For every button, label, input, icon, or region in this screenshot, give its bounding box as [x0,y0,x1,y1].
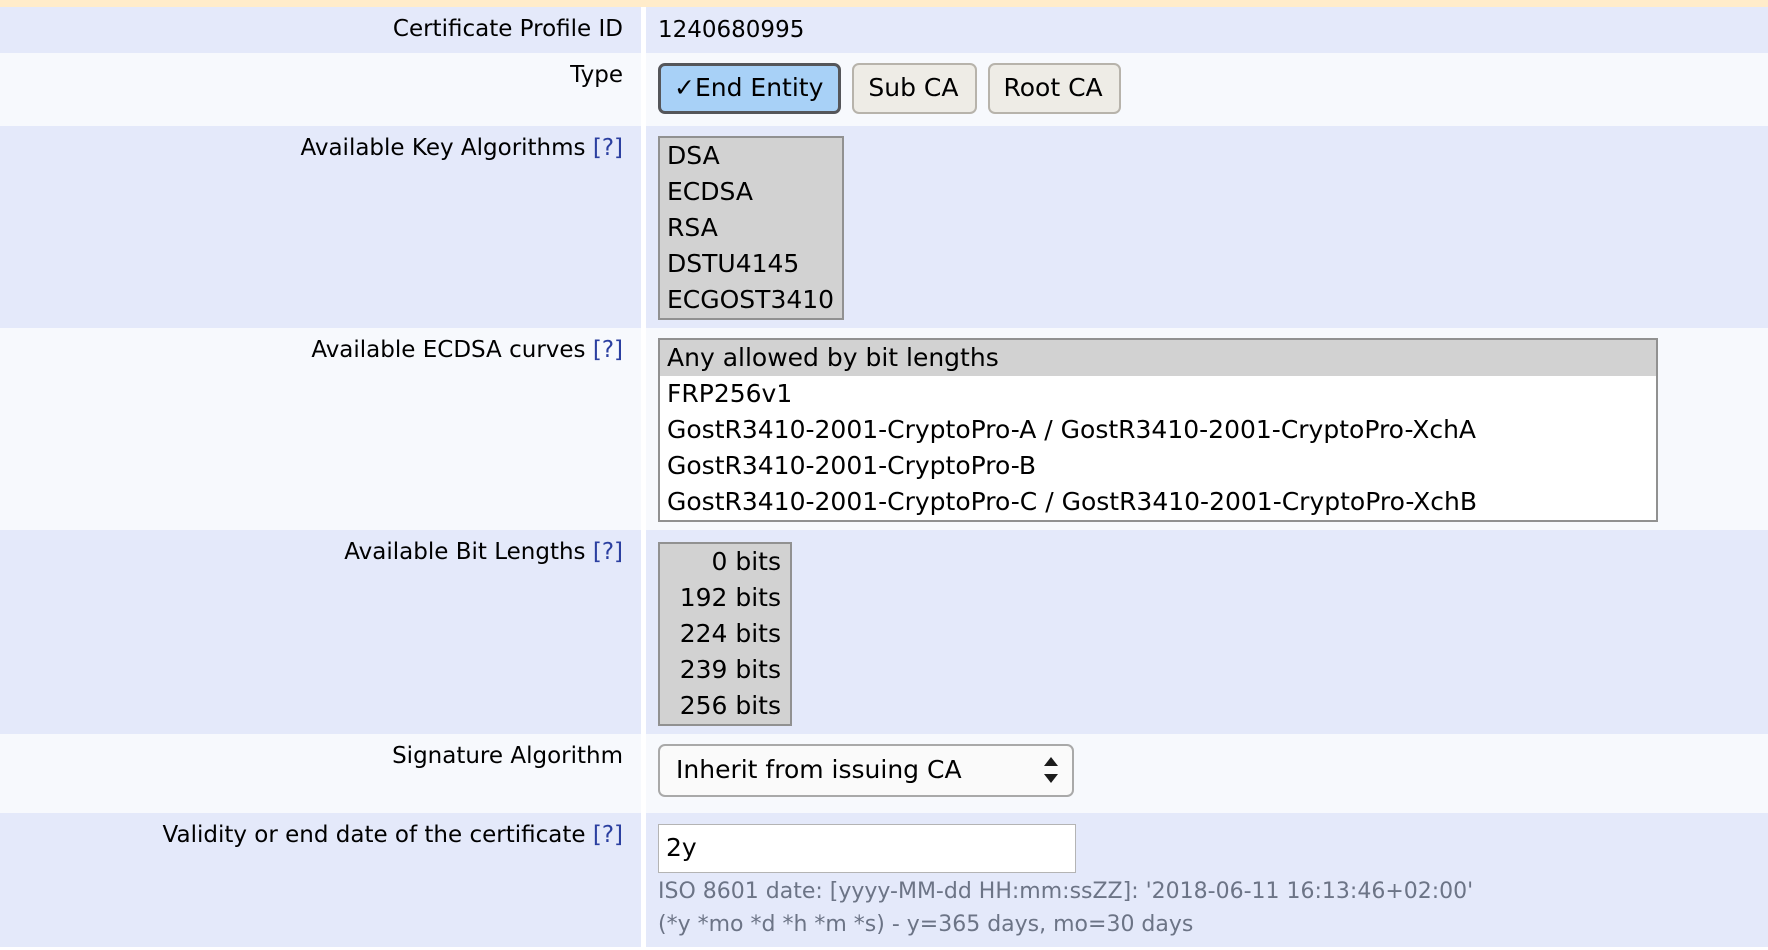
list-item[interactable]: 224 bits [660,616,790,652]
row-signature-algorithm: Signature Algorithm Inherit from issuing… [0,734,1768,813]
validity-hint-line-2: (*y *mo *d *h *m *s) - y=365 days, mo=30… [658,906,1768,939]
row-certificate-profile-id: Certificate Profile ID 1240680995 [0,7,1768,53]
label-text: Available Bit Lengths [344,539,585,565]
type-button-sub-ca[interactable]: Sub CA [852,63,976,114]
signature-algorithm-select[interactable]: Inherit from issuing CA [658,744,1074,797]
value-validity: ISO 8601 date: [yyyy-MM-dd HH:mm:ssZZ]: … [644,813,1768,948]
list-item[interactable]: Any allowed by bit lengths [660,340,1656,376]
type-button-root-ca[interactable]: Root CA [988,63,1121,114]
label-text: Signature Algorithm [392,743,623,769]
label-text: Available Key Algorithms [300,135,585,161]
list-item[interactable]: 0 bits [660,544,790,580]
label-signature-algorithm: Signature Algorithm [0,734,644,813]
certificate-profile-id-value: 1240680995 [658,15,804,45]
label-text: Validity or end date of the certificate [163,822,586,848]
value-signature-algorithm: Inherit from issuing CA [644,734,1768,813]
value-type: ✓End Entity Sub CA Root CA [644,53,1768,126]
list-item[interactable]: 256 bits [660,688,790,724]
type-button-group: ✓End Entity Sub CA Root CA [658,61,1768,118]
ecdsa-curves-listbox[interactable]: Any allowed by bit lengths FRP256v1 Gost… [658,338,1658,522]
list-item[interactable]: FRP256v1 [660,376,1656,412]
certificate-profile-form: Certificate Profile ID 1240680995 Type ✓… [0,7,1768,947]
label-available-ecdsa-curves: Available ECDSA curves [?] [0,328,644,530]
list-item[interactable]: DSA [660,138,842,174]
label-available-key-algorithms: Available Key Algorithms [?] [0,126,644,328]
label-text: Certificate Profile ID [393,16,623,42]
key-algorithms-listbox[interactable]: DSA ECDSA RSA DSTU4145 ECGOST3410 [658,136,844,320]
label-text: Available ECDSA curves [311,337,585,363]
value-available-bit-lengths: 0 bits 192 bits 224 bits 239 bits 256 bi… [644,530,1768,734]
label-available-bit-lengths: Available Bit Lengths [?] [0,530,644,734]
label-validity: Validity or end date of the certificate … [0,813,644,948]
list-item[interactable]: RSA [660,210,842,246]
value-available-key-algorithms: DSA ECDSA RSA DSTU4145 ECGOST3410 [644,126,1768,328]
signature-algorithm-selected-value: Inherit from issuing CA [676,755,962,784]
label-type: Type [0,53,644,126]
list-item[interactable]: GostR3410-2001-CryptoPro-A / GostR3410-2… [660,412,1656,448]
type-button-check-icon: ✓ [674,73,695,102]
type-button-label: End Entity [695,73,823,102]
list-item[interactable]: 239 bits [660,652,790,688]
label-text: Type [570,62,623,88]
help-icon-ecdsa-curves[interactable]: [?] [593,337,623,363]
label-certificate-profile-id: Certificate Profile ID [0,7,644,53]
certificate-profile-form-page: Certificate Profile ID 1240680995 Type ✓… [0,0,1768,950]
value-available-ecdsa-curves: Any allowed by bit lengths FRP256v1 Gost… [644,328,1768,530]
list-item[interactable]: GostR3410-2001-CryptoPro-B [660,448,1656,484]
list-item[interactable]: 192 bits [660,580,790,616]
row-available-key-algorithms: Available Key Algorithms [?] DSA ECDSA R… [0,126,1768,328]
value-certificate-profile-id: 1240680995 [644,7,1768,53]
list-item[interactable]: DSTU4145 [660,246,842,282]
validity-hint-line-1: ISO 8601 date: [yyyy-MM-dd HH:mm:ssZZ]: … [658,873,1768,906]
list-item[interactable]: ECDSA [660,174,842,210]
list-item[interactable]: ECGOST3410 [660,282,842,318]
help-icon-validity[interactable]: [?] [593,822,623,848]
validity-input[interactable] [658,824,1076,873]
list-item[interactable]: GostR3410-2001-CryptoPro-C / GostR3410-2… [660,484,1656,520]
top-partial-row-strip [0,0,1768,7]
type-button-end-entity[interactable]: ✓End Entity [658,63,841,114]
help-icon-bit-lengths[interactable]: [?] [593,539,623,565]
row-available-bit-lengths: Available Bit Lengths [?] 0 bits 192 bit… [0,530,1768,734]
row-type: Type ✓End Entity Sub CA Root CA [0,53,1768,126]
chevron-updown-icon [1044,755,1058,785]
row-validity: Validity or end date of the certificate … [0,813,1768,948]
row-available-ecdsa-curves: Available ECDSA curves [?] Any allowed b… [0,328,1768,530]
help-icon-key-algorithms[interactable]: [?] [593,135,623,161]
bit-lengths-listbox[interactable]: 0 bits 192 bits 224 bits 239 bits 256 bi… [658,542,792,726]
